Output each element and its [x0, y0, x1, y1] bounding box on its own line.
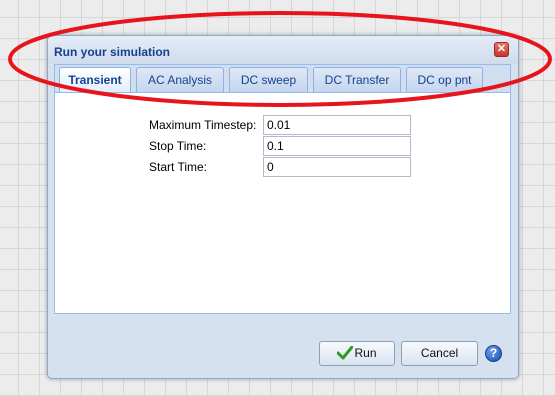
stop-time-input[interactable] [263, 136, 411, 156]
tab-transient[interactable]: Transient [59, 67, 131, 94]
max-timestep-input[interactable] [263, 115, 411, 135]
max-timestep-label: Maximum Timestep: [149, 118, 257, 132]
check-icon [337, 346, 354, 360]
simulation-dialog: Run your simulation ✕ Transient AC Analy… [47, 35, 519, 379]
run-button[interactable]: Run [319, 341, 395, 366]
dialog-title: Run your simulation [54, 45, 171, 59]
button-bar: Run Cancel ? [54, 320, 511, 370]
tab-dc-op-pnt[interactable]: DC op pnt [406, 67, 483, 92]
tab-strip: Transient AC Analysis DC sweep DC Transf… [54, 64, 511, 94]
tab-dc-transfer[interactable]: DC Transfer [313, 67, 401, 92]
dialog-titlebar[interactable]: Run your simulation ✕ [48, 36, 518, 64]
transient-panel: Maximum Timestep: Stop Time: Start Time: [54, 92, 511, 314]
close-icon[interactable]: ✕ [494, 42, 509, 57]
help-icon[interactable]: ? [485, 345, 502, 362]
run-button-label: Run [354, 346, 377, 360]
cancel-button[interactable]: Cancel [401, 341, 478, 366]
tab-ac-analysis[interactable]: AC Analysis [136, 67, 224, 92]
start-time-label: Start Time: [149, 160, 208, 174]
stop-time-label: Stop Time: [149, 139, 207, 153]
start-time-input[interactable] [263, 157, 411, 177]
tab-dc-sweep[interactable]: DC sweep [229, 67, 308, 92]
